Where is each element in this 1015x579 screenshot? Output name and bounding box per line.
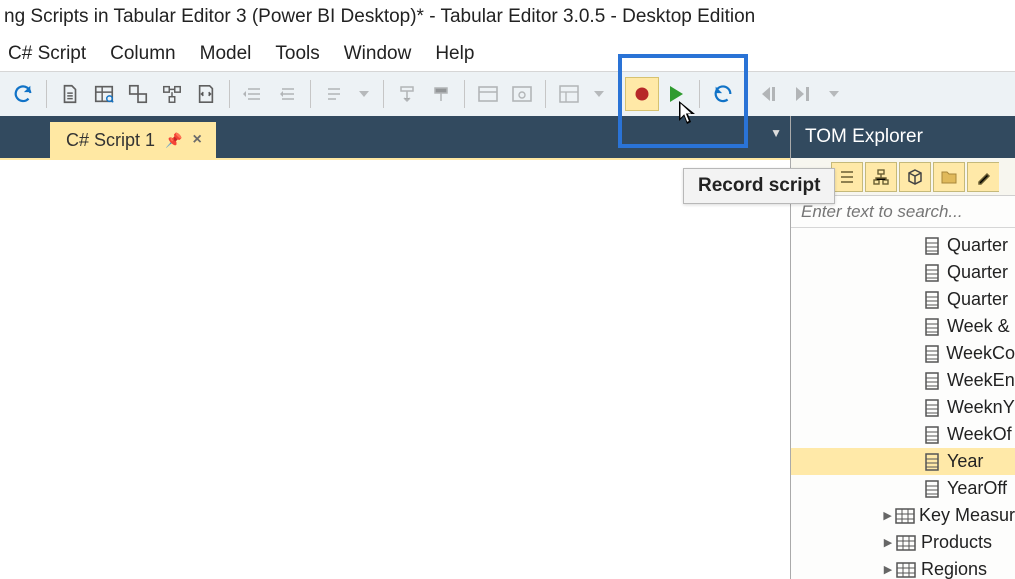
tree-column-item[interactable]: Quarter <box>791 286 1015 313</box>
outdent-button[interactable] <box>236 77 270 111</box>
tree-column-item[interactable]: Quarter <box>791 232 1015 259</box>
tree-column-item[interactable]: Week & <box>791 313 1015 340</box>
refresh-button[interactable] <box>6 77 40 111</box>
script-button[interactable] <box>189 77 223 111</box>
menu-window[interactable]: Window <box>344 43 412 65</box>
column-icon <box>921 291 943 309</box>
menu-model[interactable]: Model <box>200 43 252 65</box>
column-icon <box>921 345 942 363</box>
explorer-edit-button[interactable] <box>967 162 999 192</box>
menu-column[interactable]: Column <box>110 43 175 65</box>
tree-table-item[interactable]: ▶Regions <box>791 556 1015 579</box>
skip-prev-button[interactable] <box>753 77 787 111</box>
expander-icon[interactable]: ▶ <box>881 509 894 522</box>
panel-button-1[interactable] <box>471 77 505 111</box>
table-icon <box>895 535 917 551</box>
editor-pane: C# Script 1 📌 × ▼ <box>0 116 790 579</box>
tree-column-item-selected[interactable]: Year <box>791 448 1015 475</box>
dropdown-1[interactable] <box>351 77 377 111</box>
tooltip-record-script: Record script <box>683 168 835 204</box>
column-icon <box>921 480 943 498</box>
dropdown-3[interactable] <box>821 77 847 111</box>
explorer-tree-button[interactable] <box>865 162 897 192</box>
skip-next-button[interactable] <box>787 77 821 111</box>
explorer-tree[interactable]: Quarter Quarter Quarter Week & WeekCo We… <box>791 228 1015 579</box>
tree-table-item[interactable]: ▶Products <box>791 529 1015 556</box>
format-button-1[interactable] <box>390 77 424 111</box>
code-editor[interactable] <box>0 158 790 579</box>
column-icon <box>921 264 943 282</box>
tree-column-item[interactable]: YearOff <box>791 475 1015 502</box>
tab-strip: C# Script 1 📌 × ▼ <box>0 116 790 158</box>
tree-column-item[interactable]: WeeknY <box>791 394 1015 421</box>
undo-button[interactable] <box>706 77 740 111</box>
panel-button-2[interactable] <box>505 77 539 111</box>
tree-column-item[interactable]: WeekOf <box>791 421 1015 448</box>
explorer-folder-button[interactable] <box>933 162 965 192</box>
explorer-cube-button[interactable] <box>899 162 931 192</box>
data-preview-button[interactable] <box>87 77 121 111</box>
tree-column-item[interactable]: Quarter <box>791 259 1015 286</box>
tree-column-item[interactable]: WeekCo <box>791 340 1015 367</box>
column-icon <box>921 237 943 255</box>
column-icon <box>921 453 943 471</box>
tab-label: C# Script 1 <box>66 130 155 151</box>
tabstrip-dropdown[interactable]: ▼ <box>770 126 782 140</box>
menu-bar: C# Script Column Model Tools Window Help <box>0 36 1015 72</box>
menu-tools[interactable]: Tools <box>275 43 319 65</box>
record-script-button[interactable] <box>625 77 659 111</box>
pin-icon[interactable]: 📌 <box>165 132 182 149</box>
table-icon <box>894 508 915 524</box>
search-input[interactable] <box>801 202 1015 222</box>
new-file-button[interactable] <box>53 77 87 111</box>
expander-icon[interactable]: ▶ <box>881 536 895 549</box>
column-icon <box>921 372 943 390</box>
layout-button[interactable] <box>552 77 586 111</box>
dependencies-button[interactable] <box>155 77 189 111</box>
close-icon[interactable]: × <box>192 131 201 149</box>
tab-csharp-script-1[interactable]: C# Script 1 📌 × <box>50 122 216 158</box>
pivot-button[interactable] <box>121 77 155 111</box>
tree-table-item[interactable]: ▶Key Measur <box>791 502 1015 529</box>
expander-icon[interactable]: ▶ <box>881 563 895 576</box>
format-button-2[interactable] <box>424 77 458 111</box>
tree-column-item[interactable]: WeekEn <box>791 367 1015 394</box>
menu-csharp-script[interactable]: C# Script <box>8 43 86 65</box>
column-icon <box>921 426 943 444</box>
tom-explorer-title: TOM Explorer <box>791 116 1015 158</box>
explorer-list-button[interactable] <box>831 162 863 192</box>
dropdown-2[interactable] <box>586 77 612 111</box>
indent-button[interactable] <box>270 77 304 111</box>
window-title: ng Scripts in Tabular Editor 3 (Power BI… <box>0 0 1015 36</box>
table-icon <box>895 562 917 578</box>
comment-button[interactable] <box>317 77 351 111</box>
run-script-button[interactable] <box>659 77 693 111</box>
menu-help[interactable]: Help <box>435 43 474 65</box>
column-icon <box>921 399 943 417</box>
toolbar <box>0 72 1015 116</box>
column-icon <box>921 318 943 336</box>
